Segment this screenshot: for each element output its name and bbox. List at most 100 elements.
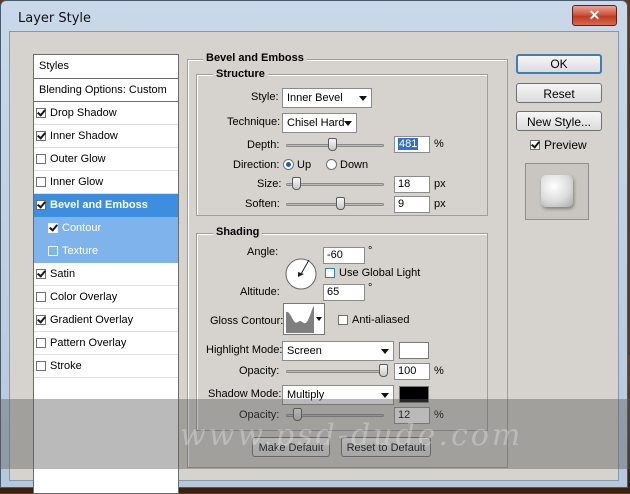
anti-aliased-label[interactable]: Anti-aliased	[352, 314, 409, 326]
style-item-satin[interactable]: Satin	[34, 263, 178, 286]
style-item-texture[interactable]: Texture	[34, 240, 178, 263]
chevron-down-icon	[381, 349, 389, 354]
inner-shadow-checkbox[interactable]	[36, 131, 46, 141]
new-style-button[interactable]: New Style...	[516, 111, 602, 131]
style-preview-thumbnail	[525, 163, 589, 220]
size-input[interactable]: 18	[394, 176, 430, 193]
chevron-down-icon	[344, 121, 352, 126]
soften-slider-track[interactable]	[286, 203, 384, 206]
direction-up-radio[interactable]	[283, 159, 294, 170]
blending-options-item[interactable]: Blending Options: Custom	[34, 79, 178, 102]
style-dropdown[interactable]: Inner Bevel	[282, 88, 372, 108]
pattern-overlay-checkbox[interactable]	[36, 338, 46, 348]
gradient-overlay-checkbox[interactable]	[36, 315, 46, 325]
shading-title: Shading	[213, 226, 263, 238]
technique-dropdown[interactable]: Chisel Hard	[282, 113, 357, 133]
anti-aliased-checkbox[interactable]	[338, 315, 348, 325]
gloss-contour-label: Gloss Contour:	[210, 315, 284, 327]
depth-input[interactable]: 481	[394, 136, 430, 153]
direction-up-label[interactable]: Up	[297, 159, 311, 171]
stroke-checkbox[interactable]	[36, 361, 46, 371]
chevron-down-icon	[381, 393, 389, 398]
style-item-label: Drop Shadow	[50, 107, 117, 119]
style-item-pattern-overlay[interactable]: Pattern Overlay	[34, 332, 178, 355]
highlight-mode-label: Highlight Mode:	[206, 344, 283, 356]
altitude-label: Altitude:	[240, 286, 280, 298]
style-item-label: Satin	[50, 268, 76, 280]
style-item-bevel-emboss[interactable]: Bevel and Emboss	[34, 194, 178, 217]
ok-button[interactable]: OK	[516, 54, 602, 74]
style-item-contour[interactable]: Contour	[34, 217, 178, 240]
size-value: 18	[398, 178, 411, 190]
style-item-color-overlay[interactable]: Color Overlay	[34, 286, 178, 309]
global-light-label[interactable]: Use Global Light	[339, 267, 420, 279]
texture-checkbox[interactable]	[48, 246, 58, 256]
inner-glow-checkbox[interactable]	[36, 177, 46, 187]
style-dropdown-value: Inner Bevel	[287, 92, 343, 104]
technique-label: Technique:	[227, 116, 281, 128]
style-item-gradient-overlay[interactable]: Gradient Overlay	[34, 309, 178, 332]
soften-value: 9	[398, 198, 405, 210]
highlight-color-swatch[interactable]	[399, 342, 429, 359]
contour-checkbox[interactable]	[48, 223, 58, 233]
preview-label[interactable]: Preview	[544, 138, 587, 152]
altitude-value: 65	[327, 286, 340, 298]
direction-down-label[interactable]: Down	[340, 159, 368, 171]
angle-degree: °	[368, 245, 373, 257]
preview-checkbox[interactable]	[530, 140, 540, 150]
highlight-opacity-thumb[interactable]	[379, 364, 388, 377]
contour-preview-icon	[286, 306, 314, 333]
close-button[interactable]: ✕	[572, 5, 617, 26]
highlight-mode-value: Screen	[287, 345, 322, 357]
altitude-input[interactable]: 65	[323, 284, 365, 301]
style-item-label: Bevel and Emboss	[50, 199, 148, 211]
angle-label: Angle:	[247, 246, 279, 258]
reset-button[interactable]: Reset	[516, 83, 602, 103]
bevel-emboss-title: Bevel and Emboss	[203, 52, 307, 64]
highlight-opacity-label: Opacity:	[239, 365, 280, 377]
angle-dial[interactable]	[284, 257, 318, 291]
depth-slider-thumb[interactable]	[328, 138, 337, 151]
style-item-label: Inner Glow	[50, 176, 104, 188]
soften-label: Soften:	[245, 198, 280, 210]
soften-slider-thumb[interactable]	[336, 197, 345, 210]
highlight-opacity-track[interactable]	[286, 370, 384, 373]
highlight-mode-dropdown[interactable]: Screen	[282, 341, 394, 361]
highlight-opacity-input[interactable]: 100	[394, 363, 430, 380]
satin-checkbox[interactable]	[36, 269, 46, 279]
direction-down-radio[interactable]	[326, 159, 337, 170]
style-item-drop-shadow[interactable]: Drop Shadow	[34, 102, 178, 125]
style-item-inner-glow[interactable]: Inner Glow	[34, 171, 178, 194]
title-bar[interactable]: Layer Style ✕	[1, 1, 627, 31]
angle-dial-icon	[285, 258, 317, 290]
watermark-text: www.psd-dude.com	[180, 418, 524, 453]
color-overlay-checkbox[interactable]	[36, 292, 46, 302]
size-label: Size:	[257, 178, 282, 190]
depth-label: Depth:	[247, 139, 280, 151]
preview-swatch	[541, 175, 573, 207]
bevel-emboss-checkbox[interactable]	[36, 200, 46, 210]
style-item-inner-shadow[interactable]: Inner Shadow	[34, 125, 178, 148]
styles-header[interactable]: Styles	[34, 55, 178, 79]
style-item-label: Inner Shadow	[50, 130, 118, 142]
gloss-contour-picker[interactable]	[283, 303, 325, 335]
style-item-label: Color Overlay	[50, 291, 118, 303]
style-item-outer-glow[interactable]: Outer Glow	[34, 148, 178, 171]
global-light-checkbox[interactable]	[325, 268, 335, 278]
style-item-stroke[interactable]: Stroke	[34, 355, 178, 378]
angle-input[interactable]: -60	[323, 247, 365, 264]
depth-value: 481	[398, 138, 419, 150]
direction-label: Direction:	[233, 159, 280, 171]
size-slider-thumb[interactable]	[292, 177, 301, 190]
soften-unit: px	[434, 198, 446, 210]
style-label: Style:	[251, 91, 279, 103]
highlight-opacity-unit: %	[434, 365, 444, 377]
style-item-label: Texture	[62, 245, 99, 257]
style-item-label: Stroke	[50, 360, 82, 372]
drop-shadow-checkbox[interactable]	[36, 108, 46, 118]
size-unit: px	[434, 178, 446, 190]
structure-title: Structure	[213, 68, 268, 80]
soften-input[interactable]: 9	[394, 196, 430, 213]
style-item-label: Contour	[62, 222, 102, 234]
outer-glow-checkbox[interactable]	[36, 154, 46, 164]
